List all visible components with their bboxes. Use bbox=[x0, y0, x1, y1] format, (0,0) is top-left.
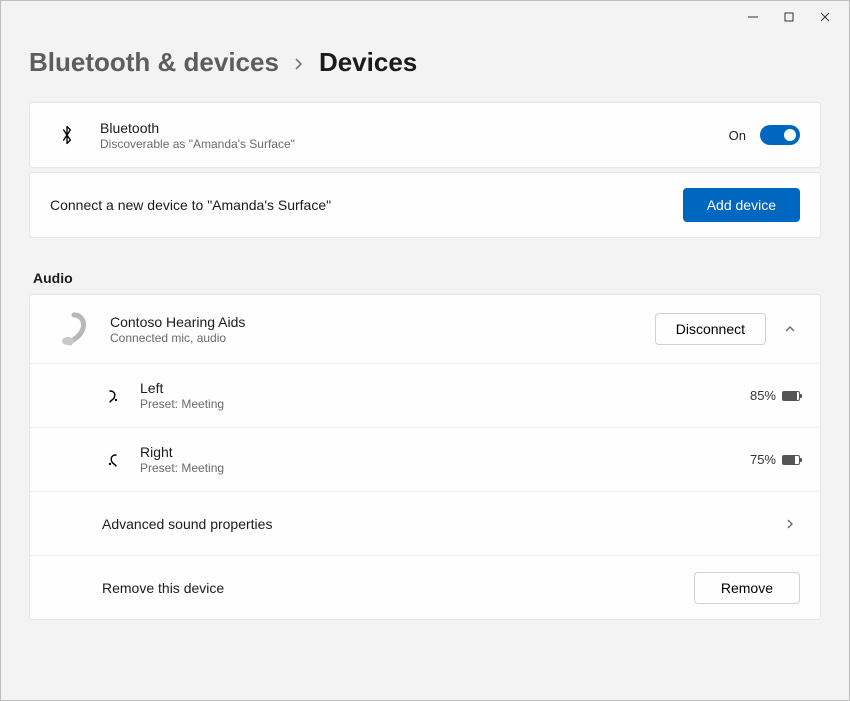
advanced-sound-row[interactable]: Advanced sound properties bbox=[30, 491, 820, 555]
minimize-button[interactable] bbox=[735, 3, 771, 31]
bluetooth-state-label: On bbox=[729, 128, 746, 143]
section-audio-label: Audio bbox=[33, 270, 821, 286]
remove-device-row: Remove this device Remove bbox=[30, 555, 820, 619]
advanced-sound-label: Advanced sound properties bbox=[102, 516, 764, 532]
battery-fill bbox=[783, 392, 797, 400]
add-device-prompt: Connect a new device to "Amanda's Surfac… bbox=[50, 197, 667, 213]
right-battery: 75% bbox=[750, 452, 800, 467]
battery-icon bbox=[782, 391, 800, 401]
left-ear-row: Left Preset: Meeting 85% bbox=[30, 363, 820, 427]
right-ear-label: Right bbox=[140, 444, 734, 460]
breadcrumb: Bluetooth & devices Devices bbox=[29, 47, 821, 78]
device-name: Contoso Hearing Aids bbox=[110, 314, 639, 330]
remove-button[interactable]: Remove bbox=[694, 572, 800, 604]
bluetooth-toggle[interactable] bbox=[760, 125, 800, 145]
ear-left-icon bbox=[102, 388, 124, 404]
maximize-button[interactable] bbox=[771, 3, 807, 31]
bluetooth-sub: Discoverable as "Amanda's Surface" bbox=[100, 137, 713, 151]
bluetooth-card: Bluetooth Discoverable as "Amanda's Surf… bbox=[29, 102, 821, 168]
left-ear-label: Left bbox=[140, 380, 734, 396]
battery-icon bbox=[782, 455, 800, 465]
device-status: Connected mic, audio bbox=[110, 331, 639, 345]
chevron-right-icon bbox=[293, 57, 305, 76]
ear-right-icon bbox=[102, 452, 124, 468]
left-ear-preset: Preset: Meeting bbox=[140, 397, 734, 411]
right-ear-row: Right Preset: Meeting 75% bbox=[30, 427, 820, 491]
audio-device-card: Contoso Hearing Aids Connected mic, audi… bbox=[29, 294, 821, 620]
bluetooth-icon bbox=[50, 124, 84, 146]
close-button[interactable] bbox=[807, 3, 843, 31]
remove-device-label: Remove this device bbox=[102, 580, 678, 596]
bluetooth-title: Bluetooth bbox=[100, 120, 713, 136]
right-battery-label: 75% bbox=[750, 452, 776, 467]
battery-fill bbox=[783, 456, 795, 464]
add-device-button[interactable]: Add device bbox=[683, 188, 800, 222]
hearing-aid-icon bbox=[50, 309, 94, 349]
device-header-row[interactable]: Contoso Hearing Aids Connected mic, audi… bbox=[30, 295, 820, 363]
left-battery-label: 85% bbox=[750, 388, 776, 403]
right-ear-preset: Preset: Meeting bbox=[140, 461, 734, 475]
chevron-right-icon bbox=[780, 518, 800, 530]
window-titlebar bbox=[1, 1, 849, 33]
page-title: Devices bbox=[319, 47, 417, 78]
add-device-card: Connect a new device to "Amanda's Surfac… bbox=[29, 172, 821, 238]
breadcrumb-parent[interactable]: Bluetooth & devices bbox=[29, 47, 279, 78]
chevron-up-icon[interactable] bbox=[780, 323, 800, 335]
disconnect-button[interactable]: Disconnect bbox=[655, 313, 766, 345]
left-battery: 85% bbox=[750, 388, 800, 403]
